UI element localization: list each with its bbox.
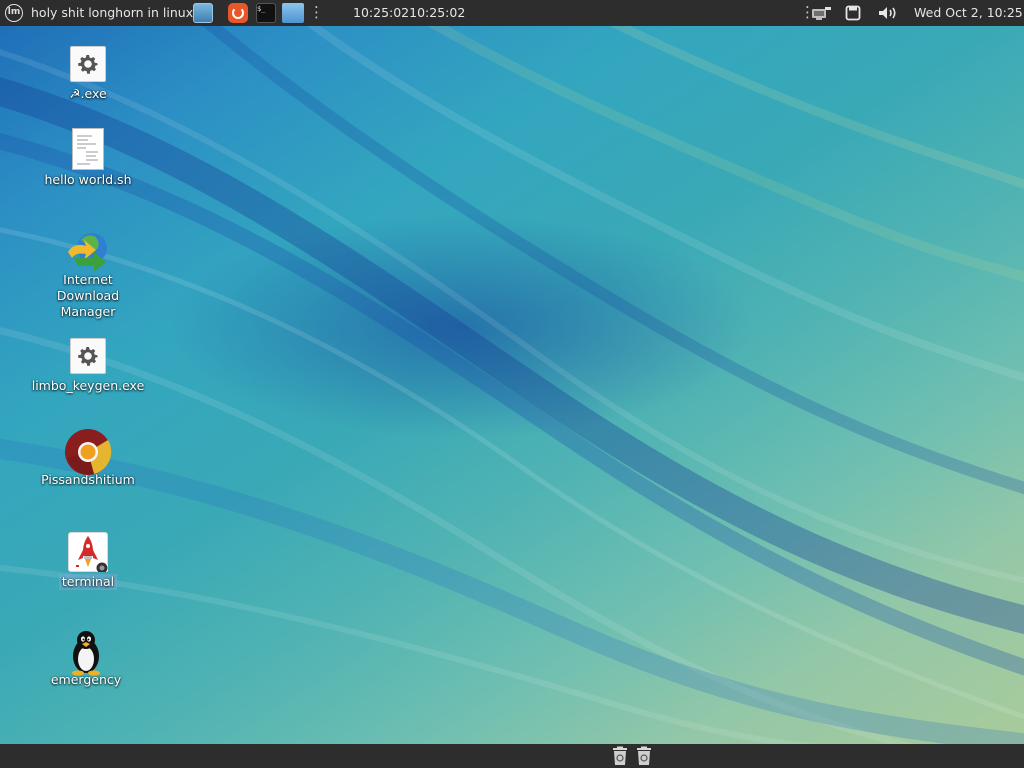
desktop-icon-label: Internet Download Manager: [56, 272, 120, 319]
wallpaper-streaks: [0, 26, 1024, 744]
desktop-icon-hello-world-sh[interactable]: hello world.sh: [28, 128, 148, 188]
gear-icon: [66, 42, 110, 86]
trash-icon[interactable]: [611, 746, 629, 766]
tux-penguin-icon: [64, 628, 108, 676]
desktop-icon-internet-download-manager[interactable]: Internet Download Manager: [28, 228, 148, 320]
bottom-panel: [0, 744, 1024, 768]
panel-clock: 10:25:0210:25:02: [353, 5, 466, 20]
panel-datetime[interactable]: Wed Oct 2, 10:25: [914, 0, 1023, 26]
firefox-icon[interactable]: [228, 3, 248, 23]
desktop-icon-terminal[interactable]: terminal: [28, 530, 148, 590]
rocket-icon: [66, 530, 110, 574]
top-panel: lm holy shit longhorn in linux $_ ⋮ 10:2…: [0, 0, 1024, 26]
notifications-icon[interactable]: [845, 5, 861, 21]
desktop-wallpaper: [0, 26, 1024, 744]
more-vertical-icon[interactable]: ⋮: [309, 0, 324, 26]
active-window-title[interactable]: holy shit longhorn in linux: [31, 0, 193, 26]
mint-menu-icon[interactable]: lm: [5, 4, 23, 22]
desktop-icon-hammer-sickle-exe[interactable]: ☭.exe: [28, 42, 148, 102]
desktop-icon-pissandshitium[interactable]: Pissandshitium: [28, 428, 148, 488]
desktop-icon-limbo-keygen-exe[interactable]: limbo_keygen.exe: [28, 334, 148, 394]
desktop-icon-label: ☭.exe: [69, 86, 107, 101]
desktop-icon-label: limbo_keygen.exe: [31, 378, 145, 393]
gear-icon: [66, 334, 110, 378]
show-desktop-icon[interactable]: [193, 3, 213, 23]
files-icon[interactable]: [282, 3, 304, 23]
chromium-icon: [65, 428, 112, 475]
desktop-icon-emergency[interactable]: emergency: [26, 628, 146, 688]
network-icon[interactable]: [810, 5, 832, 21]
idm-globe-icon: [66, 228, 110, 272]
desktop-icon-label: hello world.sh: [44, 172, 132, 187]
volume-icon[interactable]: [877, 5, 899, 21]
text-file-icon: [66, 128, 110, 172]
terminal-icon[interactable]: $_: [256, 3, 276, 23]
trash-icon[interactable]: [635, 746, 653, 766]
desktop-icon-label: terminal: [58, 574, 118, 590]
